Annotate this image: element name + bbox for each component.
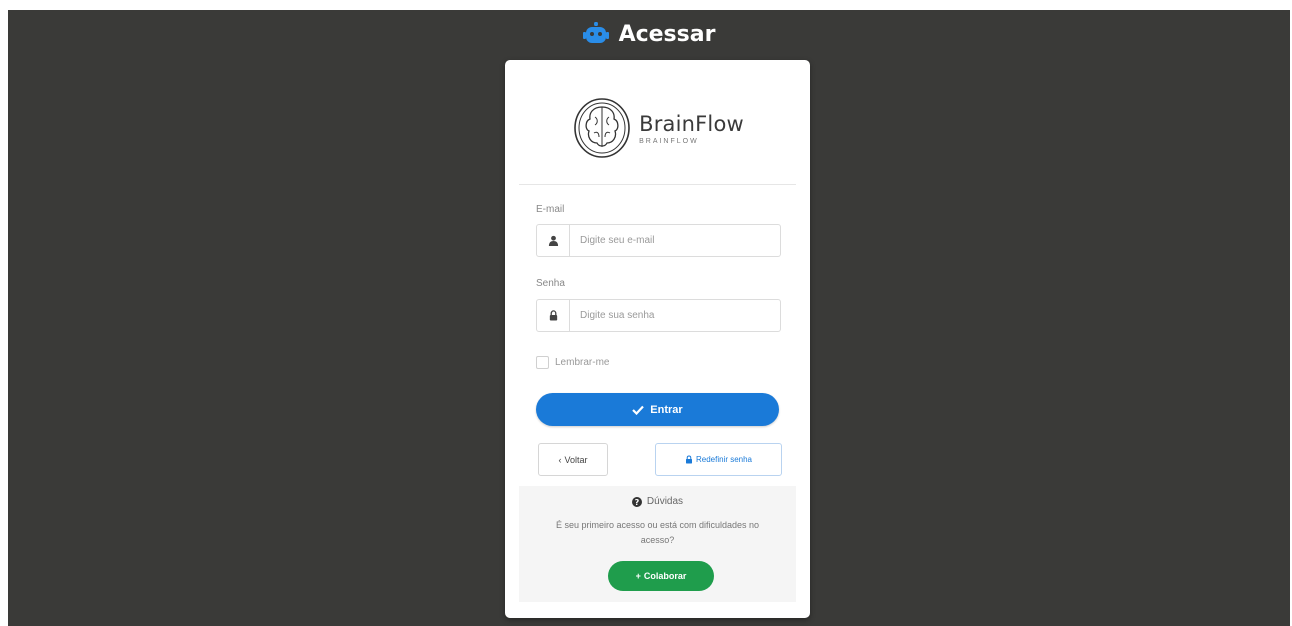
back-button[interactable]: ‹ Voltar: [538, 443, 608, 476]
password-input[interactable]: [570, 300, 780, 331]
password-field-group: [536, 299, 781, 332]
svg-text:?: ?: [635, 498, 640, 507]
lock-icon: [537, 300, 570, 331]
remember-me[interactable]: Lembrar-me: [536, 356, 609, 369]
robot-icon: [582, 22, 609, 43]
remember-label: Lembrar-me: [555, 357, 610, 368]
email-label: E-mail: [536, 204, 565, 215]
chevron-left-icon: ‹: [558, 454, 562, 465]
help-panel: ? Dúvidas É seu primeiro acesso ou está …: [519, 486, 796, 602]
brand-name: BrainFlow: [639, 111, 744, 136]
enter-button[interactable]: Entrar: [536, 393, 779, 426]
back-button-label: Voltar: [564, 454, 588, 465]
help-title: ? Dúvidas: [519, 496, 796, 507]
reset-password-button[interactable]: Redefinir senha: [655, 443, 782, 476]
help-title-text: Dúvidas: [646, 496, 684, 507]
login-card: BrainFlow BRAINFLOW E-mail Senha Lembrar…: [505, 60, 810, 618]
enter-button-label: Entrar: [650, 403, 683, 416]
password-label: Senha: [536, 278, 565, 289]
user-icon: [537, 225, 570, 256]
page-background: Acessar BrainFlow BRAINFLOW E-mail Senha: [8, 10, 1290, 626]
page-title-text: Acessar: [618, 21, 716, 47]
brand-logo: BrainFlow BRAINFLOW: [505, 90, 810, 166]
collaborate-button[interactable]: + Colaborar: [608, 561, 714, 591]
collaborate-button-label: Colaborar: [643, 571, 687, 581]
page-title: Acessar: [8, 18, 1290, 50]
plus-icon: +: [635, 571, 641, 581]
help-text: É seu primeiro acesso ou está com dificu…: [555, 520, 760, 545]
reset-password-label: Redefinir senha: [695, 455, 753, 464]
email-field-group: [536, 224, 781, 257]
email-input[interactable]: [570, 225, 780, 256]
divider: [519, 184, 796, 185]
question-circle-icon: ?: [631, 496, 642, 507]
check-icon: [632, 405, 645, 415]
brand-tagline: BRAINFLOW: [639, 137, 699, 145]
lock-icon: [685, 455, 692, 464]
remember-checkbox[interactable]: [536, 356, 549, 369]
brain-icon: [574, 98, 630, 158]
